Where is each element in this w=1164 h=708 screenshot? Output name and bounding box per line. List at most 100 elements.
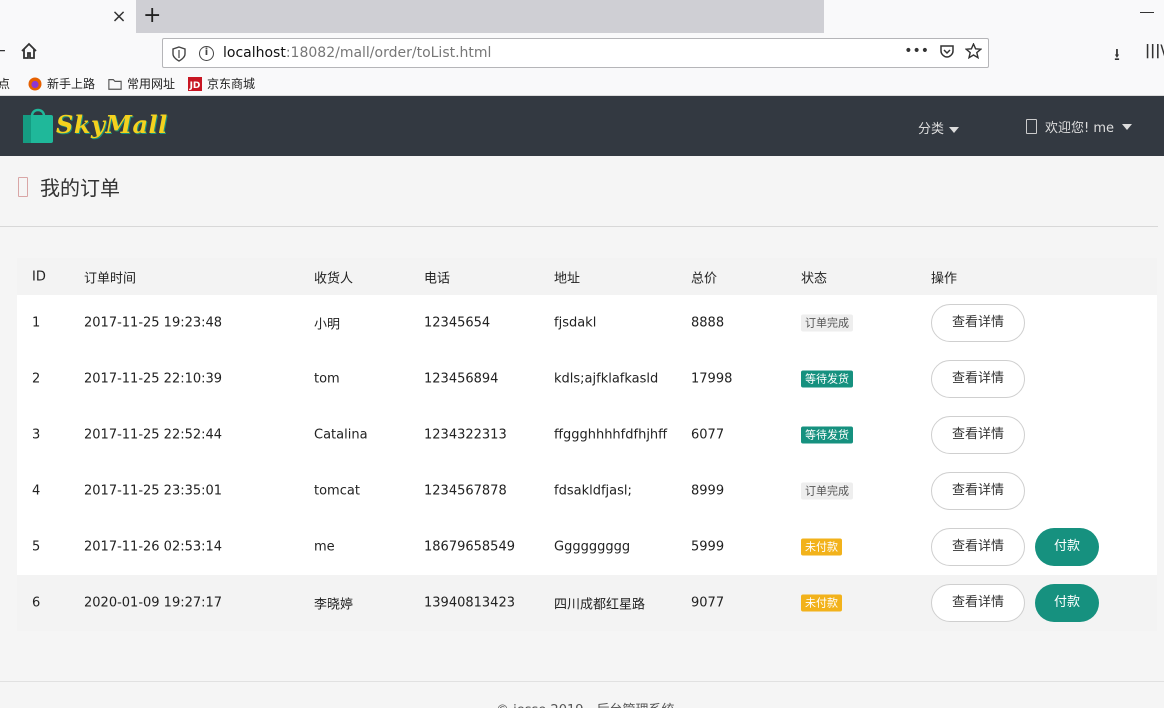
table-row: 2 2017-11-25 22:10:39 tom 123456894 kdls…: [17, 351, 1157, 407]
view-details-button[interactable]: 查看详情: [931, 528, 1025, 566]
info-icon[interactable]: i: [199, 46, 214, 61]
url-path: :18082/mall/order/toList.html: [285, 45, 492, 61]
browser-toolbar: ← i localhost:18082/mall/order/toList.ht…: [0, 33, 1164, 71]
category-dropdown[interactable]: 分类: [918, 118, 960, 137]
star-icon[interactable]: [965, 43, 982, 59]
order-receiver: 李晓婷: [314, 597, 354, 613]
order-id: 6: [32, 595, 41, 611]
status-badge: 未付款: [801, 538, 842, 556]
view-details-button[interactable]: 查看详情: [931, 416, 1025, 454]
header-divider: [0, 226, 1158, 227]
footer-copyright: © jesse 2019 - 后台管理系统: [496, 699, 674, 708]
close-tab-icon[interactable]: ×: [110, 6, 128, 27]
back-arrow-icon[interactable]: ←: [0, 43, 6, 59]
order-time: 2017-11-25 23:35:01: [84, 483, 223, 499]
order-id: 3: [32, 427, 41, 443]
bookmarks-bar: 点 新手上路 常用网址 JD 京东商城: [0, 71, 1164, 96]
url-text[interactable]: localhost:18082/mall/order/toList.html: [223, 45, 491, 61]
order-address: fdsakldfjasl;: [554, 483, 632, 499]
url-host: localhost: [223, 45, 286, 61]
bookmark-item[interactable]: JD 京东商城: [188, 75, 255, 92]
table-row: 4 2017-11-25 23:35:01 tomcat 1234567878 …: [17, 463, 1157, 519]
svg-text:JD: JD: [189, 81, 201, 91]
bookmark-label: 京东商城: [207, 77, 256, 91]
bookmark-item[interactable]: 常用网址: [108, 75, 175, 92]
bookmark-label: 常用网址: [127, 77, 176, 91]
logo-text: SkyMall: [56, 109, 168, 139]
status-badge: 未付款: [801, 594, 842, 612]
header-total: 总价: [691, 271, 718, 286]
bookmark-item[interactable]: 新手上路: [28, 75, 95, 92]
table-row: 5 2017-11-26 02:53:14 me 18679658549 Ggg…: [17, 519, 1157, 575]
order-address: ffggghhhhfdfhjhff: [554, 427, 668, 443]
status-badge: 订单完成: [801, 482, 853, 500]
firefox-icon: [28, 77, 42, 90]
user-menu-dropdown[interactable]: 欢迎您! me: [1026, 117, 1133, 136]
library-icon[interactable]: |||\: [1145, 43, 1164, 59]
order-total: 9077: [691, 595, 725, 611]
new-tab-icon[interactable]: +: [143, 3, 161, 28]
table-row: 1 2017-11-25 19:23:48 小明 12345654 fjsdak…: [17, 295, 1157, 351]
pay-button[interactable]: 付款: [1035, 584, 1099, 622]
view-details-button[interactable]: 查看详情: [931, 584, 1025, 622]
caret-down-icon: [949, 126, 960, 133]
logo[interactable]: SkyMall: [22, 104, 168, 144]
browser-tab-bar: × +: [0, 0, 1164, 33]
order-time: 2020-01-09 19:27:17: [84, 595, 223, 611]
view-details-button[interactable]: 查看详情: [931, 472, 1025, 510]
minimize-icon[interactable]: [1140, 12, 1154, 13]
folder-icon: [108, 78, 122, 90]
order-address: kdls;ajfklafkasld: [554, 371, 659, 387]
order-time: 2017-11-25 22:10:39: [84, 371, 223, 387]
orders-table: ID 订单时间 收货人 电话 地址 总价 状态 操作 1 2017-11-25 …: [17, 258, 1157, 631]
document-icon: [18, 176, 28, 197]
table-row: 6 2020-01-09 19:27:17 李晓婷 13940813423 四川…: [17, 575, 1157, 631]
order-id: 1: [32, 315, 41, 331]
user-icon: [1026, 119, 1037, 134]
order-receiver: tomcat: [314, 483, 360, 499]
view-details-button[interactable]: 查看详情: [931, 304, 1025, 342]
status-badge: 等待发货: [801, 426, 853, 444]
header-name: 收货人: [314, 271, 354, 286]
order-phone: 123456894: [424, 371, 499, 387]
bookmark-label: 点: [0, 77, 11, 91]
url-bar[interactable]: i localhost:18082/mall/order/toList.html…: [162, 38, 989, 68]
page-header: 我的订单: [18, 172, 120, 201]
order-phone: 18679658549: [424, 539, 515, 555]
order-total: 17998: [691, 371, 733, 387]
order-receiver: Catalina: [314, 427, 368, 443]
order-phone: 1234322313: [424, 427, 507, 443]
order-total: 8888: [691, 315, 725, 331]
bookmark-item[interactable]: 点: [0, 75, 10, 92]
shield-icon[interactable]: [172, 46, 186, 62]
order-time: 2017-11-25 19:23:48: [84, 315, 223, 331]
user-welcome-label: 欢迎您! me: [1045, 121, 1115, 136]
table-header: ID 订单时间 收货人 电话 地址 总价 状态 操作: [17, 258, 1157, 295]
order-time: 2017-11-26 02:53:14: [84, 539, 223, 555]
page-actions-icon[interactable]: •••: [904, 43, 929, 59]
header-status: 状态: [801, 271, 828, 286]
footer-divider: [0, 681, 1164, 682]
order-receiver: me: [314, 539, 335, 555]
bookmark-label: 新手上路: [47, 77, 96, 91]
order-address: 四川成都红星路: [554, 597, 646, 613]
pay-button[interactable]: 付款: [1035, 528, 1099, 566]
view-details-button[interactable]: 查看详情: [931, 360, 1025, 398]
order-address: Ggggggggg: [554, 539, 631, 555]
browser-tab[interactable]: ×: [0, 0, 136, 33]
header-id: ID: [32, 269, 46, 284]
order-phone: 1234567878: [424, 483, 507, 499]
download-icon[interactable]: ⭳: [1114, 42, 1120, 71]
home-icon[interactable]: [20, 42, 38, 60]
header-ops: 操作: [931, 271, 958, 286]
status-badge: 订单完成: [801, 314, 853, 332]
caret-down-icon: [1122, 123, 1133, 130]
order-receiver: 小明: [314, 317, 341, 333]
table-row: 3 2017-11-25 22:52:44 Catalina 123432231…: [17, 407, 1157, 463]
window-controls: [824, 0, 1164, 33]
order-total: 6077: [691, 427, 725, 443]
header-phone: 电话: [424, 271, 451, 286]
order-id: 4: [32, 483, 41, 499]
order-id: 5: [32, 539, 41, 555]
pocket-icon[interactable]: [939, 43, 955, 59]
